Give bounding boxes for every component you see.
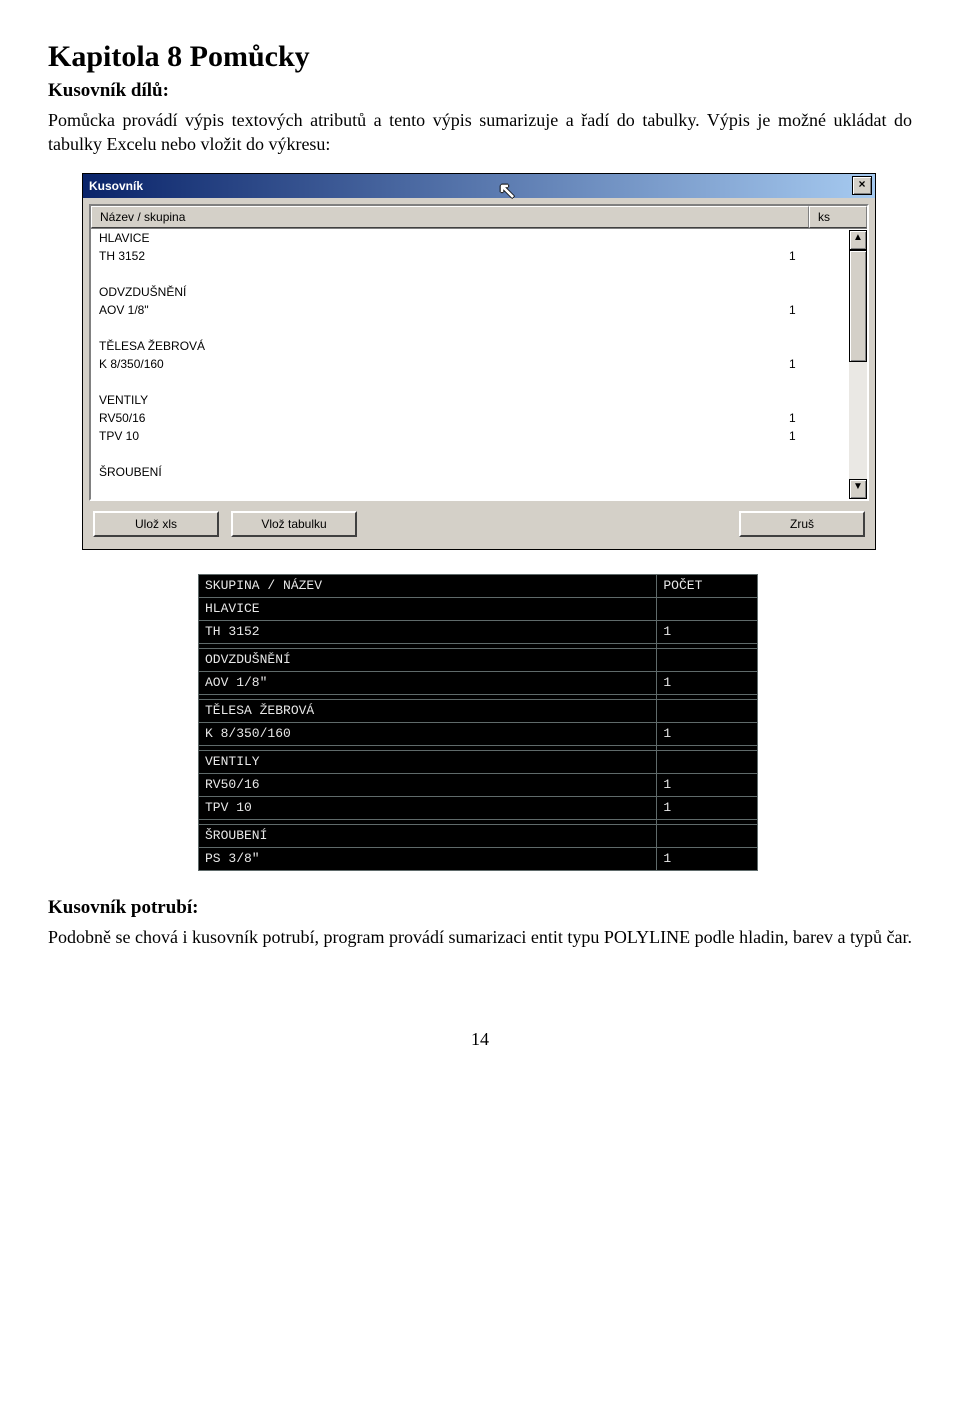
list-cell-name: VENTILY <box>99 391 789 409</box>
cad-table-image: SKUPINA / NÁZEV POČET HLAVICETH 31521ODV… <box>198 574 758 871</box>
cad-cell-name: ODVZDUŠNĚNÍ <box>199 648 657 671</box>
close-button[interactable]: × <box>852 176 872 195</box>
cad-cell-name: TPV 10 <box>199 796 657 819</box>
scroll-down-button[interactable]: ▼ <box>849 479 867 499</box>
list-cell-name: RV50/16 <box>99 409 789 427</box>
list-cell-name <box>99 373 789 391</box>
list-row[interactable]: TĚLESA ŽEBROVÁ <box>91 337 867 355</box>
save-xls-button[interactable]: Ulož xls <box>93 511 219 537</box>
col-ks[interactable]: ks <box>809 206 867 228</box>
cad-cell-name: K 8/350/160 <box>199 722 657 745</box>
cad-cell-name: TH 3152 <box>199 620 657 643</box>
list-row[interactable]: AOV 1/8"1 <box>91 301 867 319</box>
cad-cell-count: 1 <box>657 620 758 643</box>
page-number: 14 <box>48 1029 912 1050</box>
cad-cell-name: HLAVICE <box>199 597 657 620</box>
cad-cell-name: AOV 1/8" <box>199 671 657 694</box>
cad-row: AOV 1/8"1 <box>199 671 758 694</box>
cad-header-row: SKUPINA / NÁZEV POČET <box>199 574 758 597</box>
list-header: Název / skupina ks <box>91 206 867 229</box>
kusovnik-list: Název / skupina ks HLAVICETH 31521 ODVZDU… <box>89 204 869 501</box>
vertical-scrollbar[interactable]: ▲ ▼ <box>849 230 867 499</box>
list-cell-name: ŠROUBENÍ <box>99 463 789 481</box>
cad-cell-name: RV50/16 <box>199 773 657 796</box>
cad-cell-count <box>657 597 758 620</box>
list-cell-name: TH 3152 <box>99 247 789 265</box>
scroll-up-button[interactable]: ▲ <box>849 230 867 250</box>
cad-row: ODVZDUŠNĚNÍ <box>199 648 758 671</box>
cad-cell-count: 1 <box>657 671 758 694</box>
cancel-button[interactable]: Zruš <box>739 511 865 537</box>
cad-cell-count: 1 <box>657 847 758 870</box>
section-title-kusovnik-dilu: Kusovník dílů: <box>48 80 912 102</box>
list-row[interactable]: HLAVICE <box>91 229 867 247</box>
list-row[interactable]: K 8/350/1601 <box>91 355 867 373</box>
section-body-2: Podobně se chová i kusovník potrubí, pro… <box>48 925 912 949</box>
list-cell-name: TPV 10 <box>99 427 789 445</box>
cad-row: VENTILY <box>199 750 758 773</box>
dialog-title: Kusovník <box>89 179 852 193</box>
list-row[interactable] <box>91 445 867 463</box>
cad-cell-count <box>657 824 758 847</box>
list-row[interactable]: ŠROUBENÍ <box>91 463 867 481</box>
col-name[interactable]: Název / skupina <box>91 206 809 228</box>
cad-hdr-name: SKUPINA / NÁZEV <box>199 574 657 597</box>
list-row[interactable]: TH 31521 <box>91 247 867 265</box>
cad-row: HLAVICE <box>199 597 758 620</box>
cad-cell-count: 1 <box>657 796 758 819</box>
list-row[interactable]: RV50/161 <box>91 409 867 427</box>
cad-row: RV50/161 <box>199 773 758 796</box>
list-cell-name: AOV 1/8" <box>99 301 789 319</box>
list-body[interactable]: HLAVICETH 31521 ODVZDUŠNĚNÍAOV 1/8"1 TĚLES… <box>91 229 867 499</box>
scroll-thumb[interactable] <box>849 250 867 362</box>
scroll-track[interactable] <box>849 362 867 479</box>
cad-cell-name: ŠROUBENÍ <box>199 824 657 847</box>
cad-row: K 8/350/1601 <box>199 722 758 745</box>
kusovnik-dialog: Kusovník ↖ × Název / skupina ks HLAVICET… <box>82 173 876 550</box>
list-row[interactable] <box>91 265 867 283</box>
list-row[interactable] <box>91 373 867 391</box>
dialog-titlebar[interactable]: Kusovník ↖ × <box>83 174 875 198</box>
cad-hdr-count: POČET <box>657 574 758 597</box>
cad-cell-count: 1 <box>657 773 758 796</box>
dialog-button-row: Ulož xls Vlož tabulku Zruš <box>89 501 869 543</box>
cad-row: TĚLESA ŽEBROVÁ <box>199 699 758 722</box>
list-row[interactable]: TPV 101 <box>91 427 867 445</box>
list-cell-name: HLAVICE <box>99 229 789 247</box>
list-cell-name <box>99 319 789 337</box>
insert-table-button[interactable]: Vlož tabulku <box>231 511 357 537</box>
section-title-kusovnik-potrubi: Kusovník potrubí: <box>48 897 912 919</box>
list-cell-name <box>99 445 789 463</box>
cad-cell-count <box>657 750 758 773</box>
cad-cell-count <box>657 648 758 671</box>
cad-row: TPV 101 <box>199 796 758 819</box>
list-cell-name: TĚLESA ŽEBROVÁ <box>99 337 789 355</box>
list-cell-name: K 8/350/160 <box>99 355 789 373</box>
list-row[interactable]: VENTILY <box>91 391 867 409</box>
cad-cell-name: VENTILY <box>199 750 657 773</box>
cad-cell-count <box>657 699 758 722</box>
list-row[interactable] <box>91 319 867 337</box>
cad-row: ŠROUBENÍ <box>199 824 758 847</box>
list-row[interactable]: ODVZDUŠNĚNÍ <box>91 283 867 301</box>
cad-cell-name: PS 3/8" <box>199 847 657 870</box>
cad-row: PS 3/8"1 <box>199 847 758 870</box>
section-body-1: Pomůcka provádí výpis textových atributů… <box>48 108 912 157</box>
cad-cell-count: 1 <box>657 722 758 745</box>
list-cell-name <box>99 265 789 283</box>
list-cell-name: ODVZDUŠNĚNÍ <box>99 283 789 301</box>
cad-cell-name: TĚLESA ŽEBROVÁ <box>199 699 657 722</box>
cad-row: TH 31521 <box>199 620 758 643</box>
page-heading: Kapitola 8 Pomůcky <box>48 40 912 74</box>
